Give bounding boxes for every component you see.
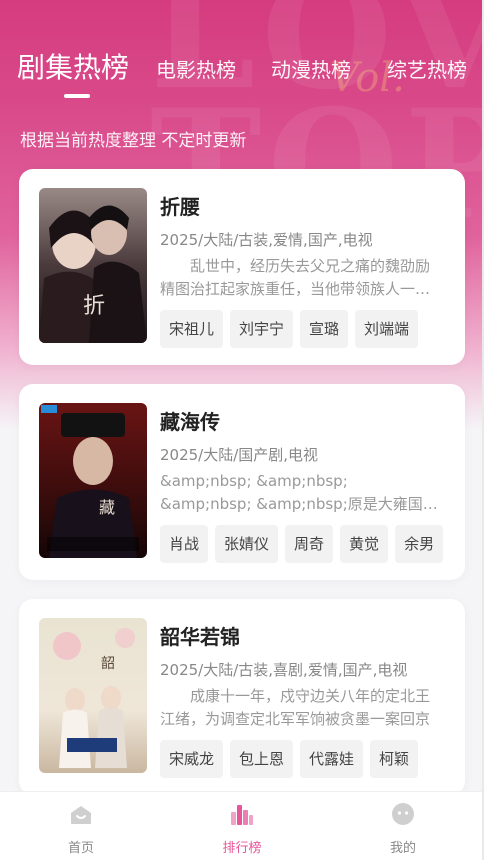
drama-title: 韶华若锦 [160,625,240,649]
cast-tag[interactable]: 柯颖 [370,740,419,778]
svg-text:折: 折 [83,294,105,319]
cast-tags: 宋祖儿 刘宇宁 宣璐 刘端端 [160,310,419,348]
drama-description: 成康十一年，戍守边关八年的定北王江绪，为调查定北军军饷被贪墨一案回京 [160,687,431,728]
nav-label: 排行榜 [222,841,262,856]
drama-card[interactable]: 折 折腰 2025/大陆/古装,爱情,国产,电视 乱世中，经历失去父兄之痛的魏劭… [19,169,465,365]
cast-tag[interactable]: 周奇 [285,525,334,563]
drama-meta: 2025/大陆/古装,爱情,国产,电视 [160,231,373,249]
drama-meta: 2025/大陆/古装,喜剧,爱情,国产,电视 [160,661,408,679]
tab-variety-ranking[interactable]: 综艺热榜 [387,54,467,83]
cast-tag[interactable]: 宣璐 [300,310,349,348]
svg-text:藏: 藏 [99,498,115,517]
bottom-navigation: 首页 排行榜 我的 [0,791,484,860]
cast-tag[interactable]: 包上恩 [230,740,294,778]
drama-title: 藏海传 [160,410,220,434]
cast-tag[interactable]: 张婧仪 [215,525,279,563]
drama-poster: 折 [39,188,147,343]
drama-poster: 韶 [39,618,147,773]
nav-profile[interactable]: 我的 [343,792,463,860]
home-icon [69,802,93,826]
nav-label: 首页 [67,841,94,856]
cast-tag[interactable]: 刘端端 [355,310,419,348]
cast-tags: 宋威龙 包上恩 代露娃 柯颖 [160,740,419,778]
cast-tag[interactable]: 黄觉 [340,525,389,563]
svg-text:韶: 韶 [101,656,115,672]
tab-anime-ranking[interactable]: 动漫热榜 [271,54,351,83]
drama-card[interactable]: 藏 藏海传 2025/大陆/国产剧,电视 &amp;nbsp; &amp;nbs… [19,384,465,580]
drama-card[interactable]: 韶 韶华若锦 2025/大陆/古装,喜剧,爱情,国产,电视 成康十一年，戍守边关… [19,599,465,795]
profile-icon [391,802,415,826]
cast-tag[interactable]: 代露娃 [300,740,364,778]
nav-home[interactable]: 首页 [21,792,141,860]
tab-drama-ranking[interactable]: 剧集热榜 [17,46,129,86]
tab-movie-ranking[interactable]: 电影热榜 [156,54,236,83]
drama-description: 乱世中，经历失去父兄之痛的魏劭励精图治扛起家族重任，当他带领族人一步步走向 [160,257,431,298]
active-tab-indicator [64,94,90,98]
drama-title: 折腰 [160,195,200,219]
cast-tag[interactable]: 刘宇宁 [230,310,294,348]
drama-description: &amp;nbsp; &amp;nbsp; &amp;nbsp; &amp;nb… [160,472,438,513]
cast-tags: 肖战 张婧仪 周奇 黄觉 余男 [160,525,444,563]
ranking-icon [230,802,254,826]
drama-meta: 2025/大陆/国产剧,电视 [160,446,319,464]
ranking-subtitle: 根据当前热度整理 不定时更新 [20,131,247,151]
nav-label: 我的 [389,841,416,856]
drama-poster: 藏 [39,403,147,558]
cast-tag[interactable]: 宋祖儿 [160,310,224,348]
nav-ranking[interactable]: 排行榜 [182,792,302,860]
cast-tag[interactable]: 宋威龙 [160,740,224,778]
cast-tag[interactable]: 肖战 [160,525,209,563]
cast-tag[interactable]: 余男 [395,525,444,563]
